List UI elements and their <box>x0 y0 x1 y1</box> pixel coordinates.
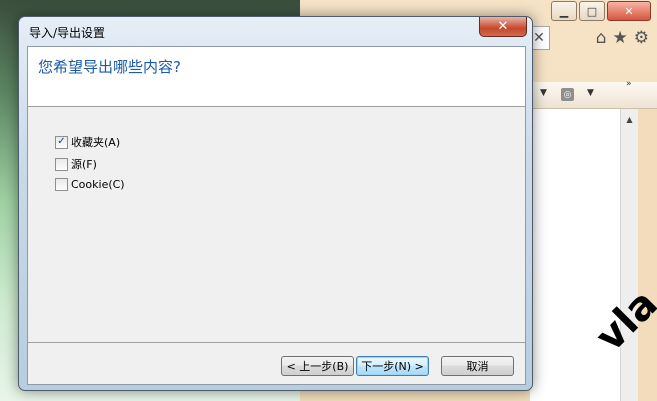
import-export-dialog: 导入/导出设置 ✕ 您希望导出哪些内容? ✓ 收藏夹(A) 源(F) Cooki… <box>18 16 533 391</box>
rss-feed-icon[interactable]: ◎ <box>561 88 574 101</box>
favorites-checkbox[interactable]: ✓ <box>55 135 68 149</box>
dialog-heading: 您希望导出哪些内容? <box>38 58 181 76</box>
scroll-up-arrow-icon[interactable]: ▲ <box>621 115 638 124</box>
browser-close-button[interactable]: ✕ <box>607 1 651 21</box>
home-icon[interactable]: ⌂ <box>596 28 607 48</box>
maximize-button[interactable]: □ <box>579 1 605 21</box>
feeds-label: 源(F) <box>71 158 97 171</box>
dialog-close-button[interactable]: ✕ <box>479 17 527 37</box>
favorites-label: 收藏夹(A) <box>71 136 121 149</box>
dialog-title: 导入/导出设置 <box>29 26 106 40</box>
minimize-button[interactable]: ▁ <box>551 1 577 21</box>
browser-nav-icons: ⌂ ★ ⚙ <box>596 28 649 48</box>
option-cookies[interactable]: Cookie(C) <box>55 178 125 191</box>
dropdown-arrow-icon[interactable]: ▼ <box>540 88 547 98</box>
back-button[interactable]: < 上一步(B) <box>281 356 354 376</box>
favorites-star-icon[interactable]: ★ <box>613 28 628 48</box>
cookies-label: Cookie(C) <box>71 178 125 191</box>
browser-window-controls: ▁ □ ✕ <box>551 1 651 21</box>
overflow-chevron-icon[interactable]: » <box>626 79 632 89</box>
cookies-checkbox[interactable] <box>55 178 68 191</box>
option-favorites[interactable]: ✓ 收藏夹(A) <box>55 134 120 150</box>
option-feeds[interactable]: 源(F) <box>55 156 97 172</box>
dialog-body: 您希望导出哪些内容? ✓ 收藏夹(A) 源(F) Cookie(C) < 上一步… <box>27 46 526 385</box>
browser-frame-edge <box>638 109 657 401</box>
dialog-header: 您希望导出哪些内容? <box>28 47 525 107</box>
tools-gear-icon[interactable]: ⚙ <box>634 28 649 48</box>
next-button[interactable]: 下一步(N) > <box>356 356 429 376</box>
feed-dropdown-arrow-icon[interactable]: ▼ <box>587 88 594 98</box>
footer-divider <box>28 342 525 343</box>
feeds-checkbox[interactable] <box>55 157 68 171</box>
cancel-button[interactable]: 取消 <box>441 356 514 376</box>
